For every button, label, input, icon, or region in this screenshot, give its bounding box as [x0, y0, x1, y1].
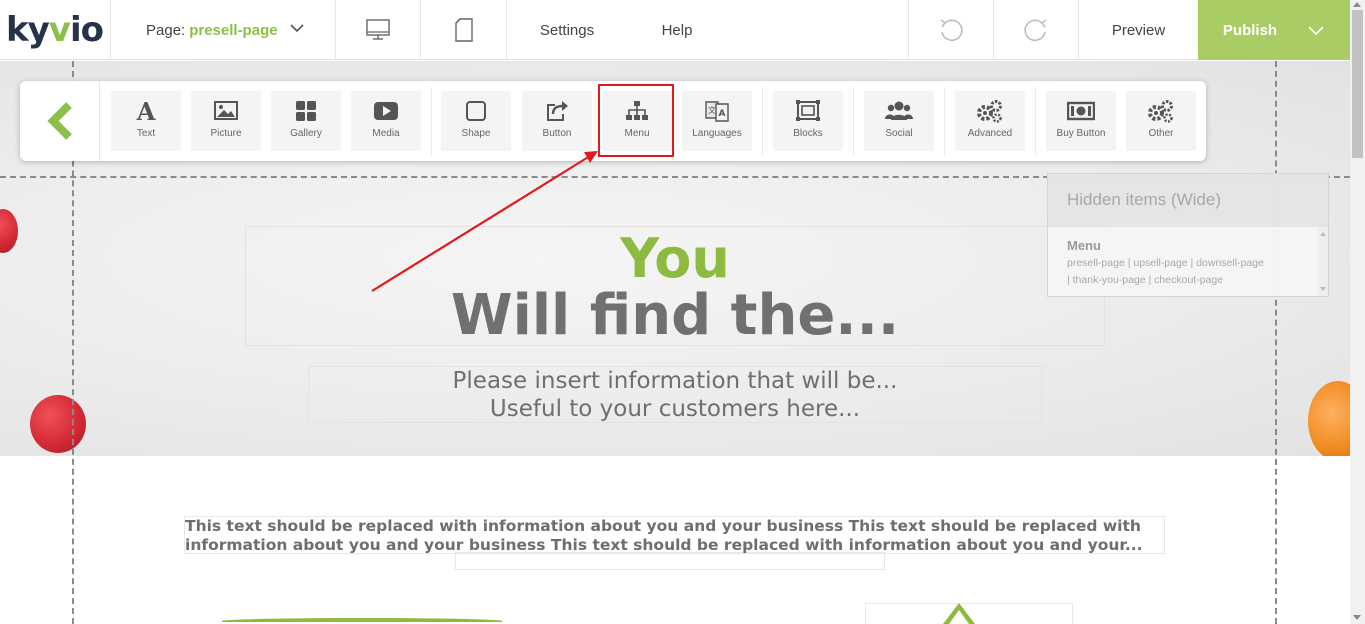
page-scrollbar[interactable]: [1350, 0, 1365, 624]
green-circle-image[interactable]: [222, 618, 502, 624]
help-menu[interactable]: Help: [627, 0, 727, 60]
svg-text:A: A: [136, 99, 156, 123]
toolbar-separator: [762, 87, 763, 155]
hero-subtitle-line1[interactable]: Please insert information that will be..…: [0, 368, 1350, 394]
advanced-icon: [977, 100, 1002, 123]
hidden-items-panel: Hidden items (Wide) Menu presell-page | …: [1047, 173, 1329, 297]
redo-icon: [1024, 19, 1047, 42]
tool-label: Picture: [210, 128, 242, 139]
tool-advanced[interactable]: Advanced: [955, 91, 1025, 151]
triangle-inner: [949, 610, 969, 624]
toolbar-separator: [944, 87, 945, 155]
chevron-down-icon: [290, 24, 304, 33]
desktop-icon: [366, 19, 390, 40]
collapse-toolbar-button[interactable]: [20, 81, 100, 161]
hero-subtitle-line2[interactable]: Useful to your customers here...: [0, 396, 1350, 422]
tool-shape[interactable]: Shape: [441, 91, 511, 151]
scrollbar-thumb[interactable]: [1352, 10, 1363, 158]
logo-text: kyvio: [6, 10, 104, 50]
scroll-up-arrow[interactable]: [1353, 2, 1361, 7]
tool-button[interactable]: Button: [522, 91, 592, 151]
hidden-menu-links-line1: presell-page | upsell-page | downsell-pa…: [1067, 257, 1264, 269]
menu-tool-highlight: [598, 84, 674, 157]
redo-button[interactable]: [994, 0, 1079, 60]
kyvio-logo[interactable]: kyvio: [0, 0, 111, 60]
tool-label: Text: [136, 128, 156, 139]
buy-button-icon: [1067, 101, 1095, 121]
tool-label: Media: [372, 128, 400, 139]
tool-text[interactable]: A Text: [111, 91, 181, 151]
button-icon: [547, 101, 568, 121]
tool-label: Social: [885, 128, 913, 139]
tool-label: Advanced: [967, 128, 1013, 139]
hidden-items-list: Menu presell-page | upsell-page | downse…: [1048, 227, 1318, 296]
tool-label: Button: [542, 128, 572, 139]
chevron-left-icon: [46, 102, 72, 140]
tool-label: Gallery: [290, 128, 322, 139]
tool-label: Buy Button: [1056, 128, 1106, 139]
tool-blocks[interactable]: Blocks: [773, 91, 843, 151]
desktop-view-button[interactable]: [336, 0, 421, 60]
settings-menu[interactable]: Settings: [507, 0, 627, 60]
scroll-down-arrow[interactable]: [1353, 615, 1361, 620]
tool-label: Languages: [692, 128, 742, 139]
tool-label: Blocks: [793, 128, 823, 139]
page-selector[interactable]: Page: presell-page: [111, 0, 336, 60]
gallery-icon: [296, 101, 316, 121]
undo-icon: [940, 19, 963, 42]
publish-label: Publish: [1222, 21, 1278, 39]
undo-button[interactable]: [908, 0, 994, 60]
tool-picture[interactable]: Picture: [191, 91, 261, 151]
tool-buy-button[interactable]: Buy Button: [1046, 91, 1116, 151]
toolbar-separator: [1035, 87, 1036, 155]
tool-social[interactable]: Social: [864, 91, 934, 151]
top-bar: kyvio Page: presell-page Settings Help P…: [0, 0, 1365, 60]
hidden-item-menu[interactable]: Menu: [1067, 238, 1299, 253]
chevron-down-icon[interactable]: [1307, 22, 1325, 38]
shape-icon: [466, 101, 486, 121]
social-icon: [885, 101, 913, 120]
toolbar-separator: [431, 87, 432, 155]
toolbar-separator: [853, 87, 854, 155]
tool-label: Shape: [461, 128, 491, 139]
hidden-item-menu-links[interactable]: presell-page | upsell-page | downsell-pa…: [1067, 255, 1299, 289]
right-guide-line: [1275, 61, 1277, 624]
picture-icon: [214, 101, 238, 120]
other-icon: [1148, 100, 1173, 123]
logo-suffix: io: [69, 10, 104, 50]
tool-label: Other: [1148, 128, 1174, 139]
preview-button[interactable]: Preview: [1079, 0, 1198, 60]
logo-v: v: [48, 10, 71, 50]
media-icon: [374, 102, 398, 120]
page-value: presell-page: [189, 21, 278, 39]
svg-text:文: 文: [708, 105, 716, 115]
hidden-items-title: Hidden items (Wide): [1048, 174, 1328, 227]
business-paragraph[interactable]: This text should be replaced with inform…: [185, 517, 1145, 555]
languages-icon: 文A: [705, 101, 729, 122]
svg-text:A: A: [719, 109, 726, 119]
text-icon: A: [136, 99, 156, 123]
mobile-icon: [454, 18, 473, 42]
logo-prefix: ky: [6, 10, 50, 50]
panel-scrollbar[interactable]: [1318, 227, 1328, 296]
tool-media[interactable]: Media: [351, 91, 421, 151]
page-label: Page:: [146, 21, 186, 39]
publish-button[interactable]: Publish: [1198, 0, 1350, 60]
tool-other[interactable]: Other: [1126, 91, 1196, 151]
tool-languages[interactable]: 文A Languages: [682, 91, 752, 151]
blocks-icon: [796, 100, 820, 121]
tool-gallery[interactable]: Gallery: [271, 91, 341, 151]
mobile-view-button[interactable]: [421, 0, 507, 60]
hidden-menu-links-line2: | thank-you-page | checkout-page: [1067, 274, 1224, 286]
